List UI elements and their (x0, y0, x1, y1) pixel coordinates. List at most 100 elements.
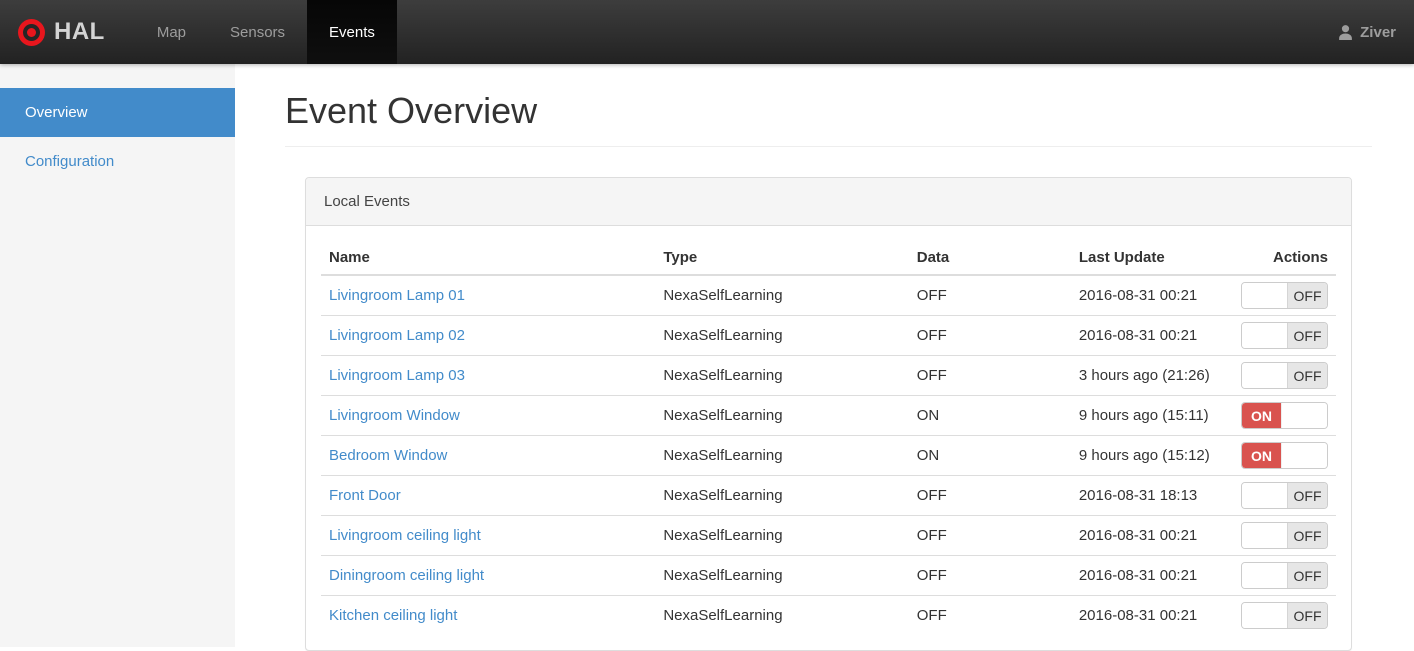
table-row: Livingroom Lamp 03 NexaSelfLearning OFF 3 h… (321, 355, 1336, 396)
event-toggle-switch[interactable]: OFF (1241, 562, 1328, 589)
event-actions-cell: ON (1232, 435, 1336, 476)
switch-handle (1242, 483, 1288, 508)
panel-heading: Local Events (306, 178, 1351, 226)
event-name-link[interactable]: Livingroom Window (329, 407, 460, 424)
col-header-actions: Actions (1232, 241, 1336, 276)
event-type-cell: NexaSelfLearning (655, 595, 909, 635)
nav-item-sensors[interactable]: Sensors (208, 0, 307, 64)
event-data-cell: OFF (908, 515, 1071, 556)
table-row: Livingroom Window NexaSelfLearning ON 9 hou… (321, 395, 1336, 436)
event-last-update-cell: 2016-08-31 18:13 (1070, 475, 1233, 516)
event-toggle-switch[interactable]: ON (1241, 442, 1328, 469)
col-header-last-update: Last Update (1070, 241, 1233, 276)
event-name-cell: Bedroom Window (321, 435, 656, 476)
table-row: Front Door NexaSelfLearning OFF 2016-08-31 … (321, 475, 1336, 516)
event-last-update-cell: 2016-08-31 00:21 (1070, 515, 1233, 556)
events-table-body: Livingroom Lamp 01 NexaSelfLearning OFF 201… (321, 275, 1336, 635)
user-menu[interactable]: Ziver (1319, 0, 1414, 64)
event-name-cell: Livingroom Window (321, 395, 656, 436)
event-name-link[interactable]: Bedroom Window (329, 447, 447, 464)
table-header-row: Name Type Data Last Update Actions (321, 241, 1336, 276)
event-toggle-switch[interactable]: OFF (1241, 322, 1328, 349)
event-name-cell: Kitchen ceiling light (321, 595, 656, 635)
event-actions-cell: OFF (1233, 275, 1336, 316)
local-events-panel: Local Events Name Type Data Last Update … (305, 177, 1352, 651)
switch-on-label: ON (1242, 403, 1281, 428)
top-navbar: HAL Map Sensors Events Ziver (0, 0, 1414, 64)
event-toggle-switch[interactable]: ON (1241, 402, 1328, 429)
event-type-cell: NexaSelfLearning (655, 515, 909, 556)
switch-off-label: OFF (1288, 283, 1327, 308)
switch-off-label: OFF (1288, 563, 1327, 588)
event-data-cell: ON (908, 435, 1071, 476)
event-actions-cell: OFF (1232, 315, 1336, 356)
switch-handle (1242, 603, 1288, 628)
switch-off-label: OFF (1288, 523, 1327, 548)
event-name-cell: Livingroom ceiling light (321, 515, 656, 556)
event-last-update-cell: 3 hours ago (21:26) (1070, 355, 1233, 396)
event-toggle-switch[interactable]: OFF (1241, 482, 1328, 509)
table-row: Livingroom Lamp 02 NexaSelfLearning OFF 201… (321, 315, 1336, 356)
table-row: Livingroom ceiling light NexaSelfLearning… (321, 515, 1336, 556)
switch-handle (1242, 563, 1288, 588)
nav-item-map[interactable]: Map (135, 0, 208, 64)
event-name-link[interactable]: Front Door (329, 487, 401, 504)
col-header-data: Data (908, 241, 1071, 276)
switch-handle (1281, 403, 1327, 428)
sidebar-item-overview[interactable]: Overview (0, 88, 235, 137)
switch-handle (1242, 283, 1288, 308)
event-type-cell: NexaSelfLearning (655, 395, 909, 436)
username-label: Ziver (1360, 23, 1396, 41)
event-type-cell: NexaSelfLearning (655, 435, 909, 476)
event-name-link[interactable]: Livingroom Lamp 01 (329, 287, 465, 304)
page-title: Event Overview (285, 90, 1372, 147)
event-toggle-switch[interactable]: OFF (1241, 602, 1328, 629)
event-name-cell: Livingroom Lamp 03 (321, 355, 656, 396)
event-name-link[interactable]: Livingroom Lamp 03 (329, 367, 465, 384)
event-toggle-switch[interactable]: OFF (1241, 522, 1328, 549)
switch-handle (1242, 323, 1288, 348)
event-type-cell: NexaSelfLearning (655, 475, 909, 516)
event-last-update-cell: 2016-08-31 00:21 (1070, 595, 1233, 635)
sidebar: Overview Configuration (0, 64, 235, 647)
event-data-cell: OFF (916, 287, 947, 304)
table-row: Diningroom ceiling light NexaSelfLearning… (321, 555, 1336, 596)
event-name-link[interactable]: Diningroom ceiling light (329, 567, 484, 584)
nav-item-events[interactable]: Events (307, 0, 397, 64)
event-name-link[interactable]: Livingroom Lamp 02 (329, 327, 465, 344)
event-data-cell: OFF (908, 475, 1071, 516)
event-last-update-cell: 2016-08-31 00:21 (1070, 555, 1233, 596)
sidebar-item-configuration[interactable]: Configuration (0, 137, 235, 186)
event-type-cell: NexaSelfLearning (655, 555, 909, 596)
events-table: Name Type Data Last Update Actions Livin… (321, 241, 1336, 635)
event-name-cell: Diningroom ceiling light (321, 555, 656, 596)
switch-off-label: OFF (1288, 363, 1327, 388)
event-data-cell: ON (908, 395, 1071, 436)
event-name-link[interactable]: Kitchen ceiling light (329, 607, 457, 624)
table-row: Kitchen ceiling light NexaSelfLearning OFF… (321, 595, 1336, 635)
event-actions-cell: OFF (1232, 475, 1336, 516)
col-header-name: Name (321, 241, 656, 276)
event-last-update-cell: 9 hours ago (15:11) (1070, 395, 1233, 436)
event-type-cell: NexaSelfLearning (663, 287, 783, 304)
event-data-cell: OFF (908, 595, 1071, 635)
switch-handle (1281, 443, 1327, 468)
switch-handle (1242, 363, 1288, 388)
switch-off-label: OFF (1288, 603, 1327, 628)
event-name-cell: Livingroom Lamp 02 (321, 315, 656, 356)
event-name-link[interactable]: Livingroom ceiling light (329, 527, 481, 544)
brand[interactable]: HAL (0, 0, 119, 64)
event-actions-cell: OFF (1232, 555, 1336, 596)
table-row: Livingroom Lamp 01 NexaSelfLearning OFF 201… (321, 275, 1336, 316)
event-last-update-cell: 2016-08-31 00:21 (1078, 287, 1198, 304)
main-nav: Map Sensors Events (135, 0, 397, 64)
main-content: Event Overview Local Events Name Type Da… (235, 90, 1414, 651)
user-icon (1337, 24, 1354, 41)
col-header-type: Type (655, 241, 909, 276)
event-toggle-switch[interactable]: OFF (1241, 282, 1328, 309)
event-data-cell: OFF (908, 355, 1071, 396)
panel-body: Name Type Data Last Update Actions Livin… (306, 226, 1351, 650)
switch-off-label: OFF (1288, 323, 1327, 348)
event-toggle-switch[interactable]: OFF (1241, 362, 1328, 389)
event-type-cell: NexaSelfLearning (655, 315, 909, 356)
